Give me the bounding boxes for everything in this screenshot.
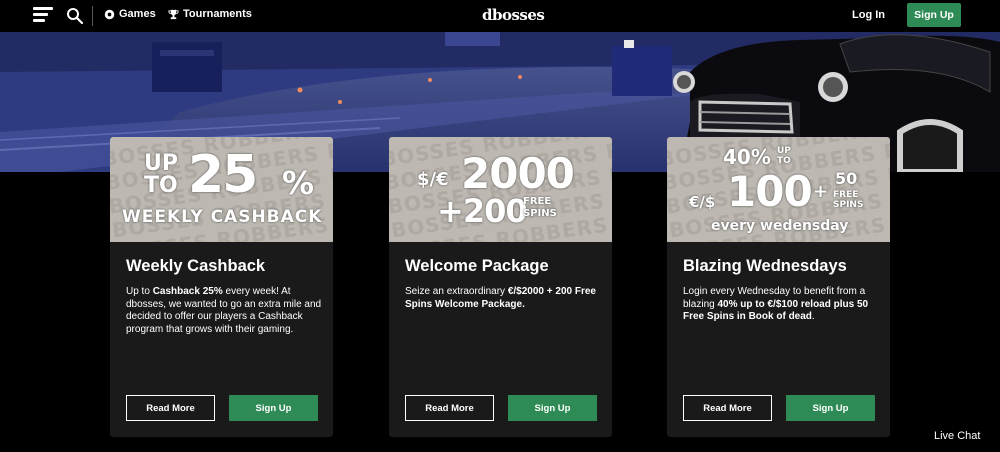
promo-card-welcome-package: DBOSSES ROBBERS BARDBOSSES ROBBERS BARDB… <box>389 137 612 437</box>
menu-icon[interactable] <box>33 7 53 23</box>
banner-plus: + <box>813 181 829 202</box>
banner-up: UP <box>144 151 178 176</box>
sign-up-button[interactable]: Sign Up <box>508 395 597 421</box>
promo-card-weekly-cashback: DBOSSES ROBBERS BARDBOSSES ROBBERS BARDB… <box>110 137 333 437</box>
sign-up-button[interactable]: Sign Up <box>786 395 875 421</box>
read-more-button[interactable]: Read More <box>126 395 215 421</box>
nav-games[interactable]: Games <box>104 8 156 20</box>
search-icon[interactable] <box>66 7 84 25</box>
card-description: Up to Cashback 25% every week! At dbosse… <box>126 286 322 335</box>
promo-card-blazing-wednesdays: DBOSSES ROBBERS BARDBOSSES ROBBERS BARDB… <box>667 137 890 437</box>
banner-percent: 40% <box>723 145 771 169</box>
header-signup-button[interactable]: Sign Up <box>907 3 961 27</box>
card-title: Blazing Wednesdays <box>683 257 847 275</box>
trophy-icon <box>168 9 179 19</box>
sign-up-button[interactable]: Sign Up <box>229 395 318 421</box>
card-title: Weekly Cashback <box>126 257 266 275</box>
top-header: Games Tournaments dbosses Log In Sign Up <box>0 0 1000 32</box>
card-description: Seize an extraordinary €/$2000 + 200 Fre… <box>405 286 596 310</box>
banner-spins-amount: +200 <box>437 192 528 230</box>
banner-percent-sign: % <box>282 164 315 202</box>
nav-tournaments[interactable]: Tournaments <box>168 8 252 20</box>
banner-free: FREE <box>833 190 859 200</box>
banner-spins: SPINS <box>833 200 864 210</box>
banner-percent-value: 25 <box>188 145 258 205</box>
banner-currency: $/€ <box>417 169 449 190</box>
header-divider <box>92 6 93 26</box>
banner-to: TO <box>777 156 791 166</box>
card-title: Welcome Package <box>405 257 549 275</box>
card-description: Login every Wednesday to benefit from a … <box>683 286 869 322</box>
promo-banner: DBOSSES ROBBERS BARDBOSSES ROBBERS BARDB… <box>667 137 890 242</box>
banner-bonus-amount: 100 <box>727 167 813 216</box>
banner-free: FREE <box>523 196 552 207</box>
site-logo[interactable]: dbosses <box>482 6 545 24</box>
banner-up: UP <box>777 146 791 156</box>
banner-currency: €/$ <box>689 193 716 211</box>
banner-bonus-amount: 2000 <box>461 149 575 198</box>
login-button[interactable]: Log In <box>852 9 885 21</box>
games-icon <box>104 9 115 19</box>
read-more-button[interactable]: Read More <box>405 395 494 421</box>
promo-banner: DBOSSES ROBBERS BARDBOSSES ROBBERS BARDB… <box>110 137 333 242</box>
promo-banner: DBOSSES ROBBERS BARDBOSSES ROBBERS BARDB… <box>389 137 612 242</box>
read-more-button[interactable]: Read More <box>683 395 772 421</box>
nav-tournaments-label: Tournaments <box>183 8 252 20</box>
banner-spins: SPINS <box>523 208 557 219</box>
nav-games-label: Games <box>119 8 156 20</box>
banner-subtitle: every wedensday <box>711 218 849 234</box>
banner-fifty: 50 <box>835 169 858 188</box>
banner-to: TO <box>144 173 178 198</box>
live-chat-button[interactable]: Live Chat <box>934 430 980 442</box>
banner-subtitle: WEEKLY CASHBACK <box>122 207 323 227</box>
